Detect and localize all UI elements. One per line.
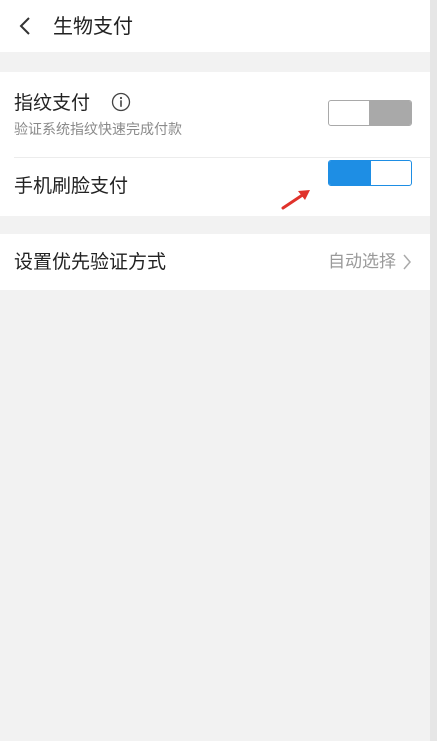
fingerprint-payment-row: 指纹支付 验证系统指纹快速完成付款 (0, 72, 430, 157)
verify-method-value: 自动选择 (328, 252, 396, 272)
toggle-knob (329, 161, 371, 185)
verify-method-selector[interactable]: 自动选择 (328, 249, 412, 275)
chevron-right-icon (403, 254, 411, 270)
toggle-knob (369, 101, 411, 125)
screen-edge (430, 0, 437, 741)
verify-method-row[interactable]: 设置优先验证方式 自动选择 (0, 234, 430, 290)
fingerprint-payment-subtitle: 验证系统指纹快速完成付款 (14, 122, 182, 138)
annotation-arrow-icon (281, 190, 310, 210)
back-button[interactable] (8, 8, 44, 44)
face-payment-title: 手机刷脸支付 (14, 175, 129, 197)
chevron-left-icon (19, 17, 30, 35)
verify-method-label: 设置优先验证方式 (14, 251, 167, 273)
fingerprint-payment-toggle[interactable] (328, 100, 412, 126)
face-payment-toggle[interactable] (328, 160, 412, 186)
page-title: 生物支付 (53, 14, 133, 38)
info-icon[interactable] (111, 92, 131, 112)
fingerprint-payment-title: 指纹支付 (14, 92, 91, 114)
top-bar: 生物支付 (0, 0, 430, 52)
biometric-payment-card: 指纹支付 验证系统指纹快速完成付款 手机刷脸支付 (0, 72, 430, 216)
